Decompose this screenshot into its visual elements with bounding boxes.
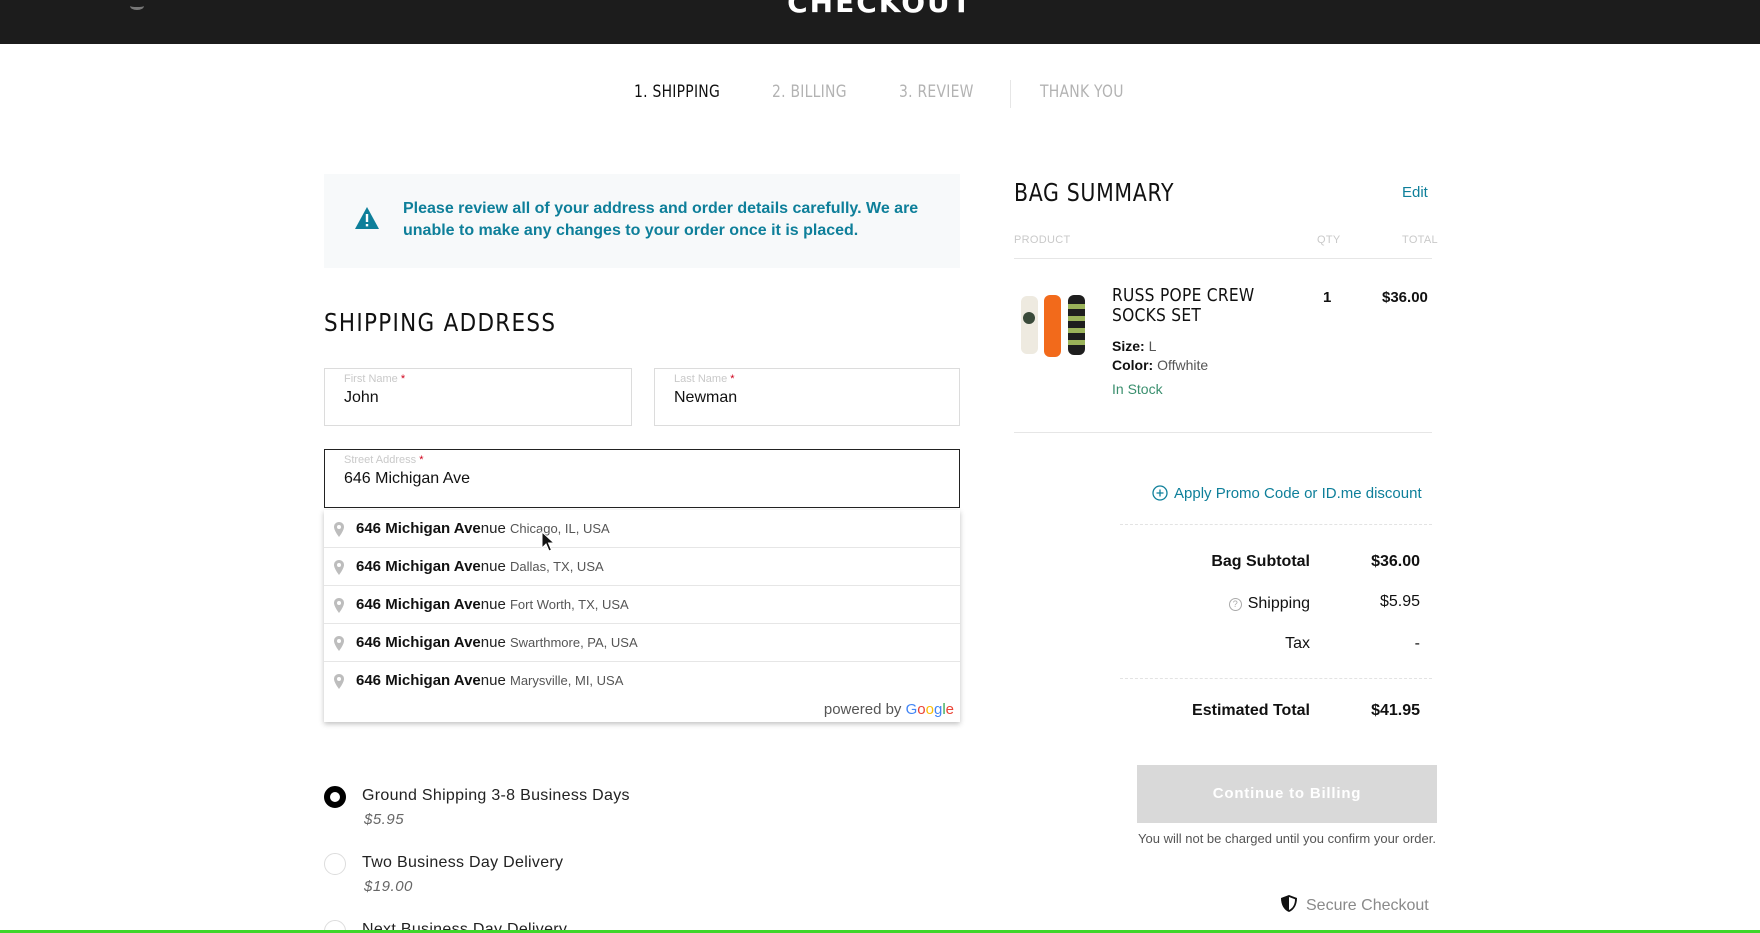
mouse-cursor-icon: [541, 531, 555, 552]
continue-to-billing-button[interactable]: Continue to Billing: [1137, 765, 1437, 823]
product-color: Color: Offwhite: [1112, 357, 1209, 373]
map-pin-icon: [334, 636, 344, 651]
column-product: PRODUCT: [1014, 234, 1071, 246]
product-total: $36.00: [1382, 289, 1428, 306]
edit-bag-link[interactable]: Edit: [1402, 184, 1428, 201]
product-name[interactable]: RUSS POPE CREW SOCKS SET: [1112, 286, 1280, 326]
map-pin-icon: [334, 560, 344, 575]
shipping-address-title: SHIPPING ADDRESS: [324, 308, 557, 337]
divider: [1014, 432, 1432, 433]
column-total: TOTAL: [1402, 234, 1438, 246]
street-address-label: Street Address *: [344, 454, 424, 466]
suggestion-item[interactable]: 646 Michigan Avenue Chicago, IL, USA: [324, 510, 960, 548]
shipping-option-name: Two Business Day Delivery: [362, 854, 564, 871]
checkout-steps: 1. SHIPPING 2. BILLING 3. REVIEW THANK Y…: [0, 82, 1760, 112]
last-name-value: Newman: [674, 389, 738, 406]
bag-summary-title: BAG SUMMARY: [1014, 178, 1175, 207]
plus-circle-icon: [1152, 485, 1168, 501]
first-name-label: First Name *: [344, 373, 406, 385]
alert-banner: Please review all of your address and or…: [324, 174, 960, 268]
radio-unselected[interactable]: [324, 853, 346, 875]
info-icon[interactable]: ?: [1228, 598, 1242, 611]
step-shipping[interactable]: 1. SHIPPING: [634, 82, 720, 102]
column-qty: QTY: [1317, 234, 1341, 246]
step-billing[interactable]: 2. BILLING: [772, 82, 847, 102]
product-image[interactable]: [1018, 292, 1090, 364]
promo-code-link[interactable]: Apply Promo Code or ID.me discount: [1152, 485, 1422, 502]
suggestion-item[interactable]: 646 Michigan Avenue Dallas, TX, USA: [324, 548, 960, 586]
step-thank-you: THANK YOU: [1040, 82, 1124, 102]
map-pin-icon: [334, 674, 344, 689]
top-bar: CHECKOUT: [0, 0, 1760, 44]
map-pin-icon: [334, 522, 344, 537]
shipping-option-name: Ground Shipping 3-8 Business Days: [362, 787, 630, 804]
tax-value: -: [1414, 635, 1420, 652]
address-suggestions: 646 Michigan Avenue Chicago, IL, USA 646…: [324, 510, 960, 722]
secure-checkout: Secure Checkout: [1280, 894, 1429, 915]
shipping-label: ? Shipping: [1150, 595, 1310, 613]
step-divider: [1010, 80, 1011, 108]
alert-message: Please review all of your address and or…: [403, 200, 919, 239]
first-name-field[interactable]: First Name * John: [324, 368, 632, 426]
google-logo: Google: [905, 701, 954, 718]
subtotal-label: Bag Subtotal: [1211, 553, 1310, 570]
stock-status: In Stock: [1112, 381, 1163, 397]
shield-icon: [1281, 895, 1297, 912]
radio-selected[interactable]: [324, 786, 346, 808]
charge-note: You will not be charged until you confir…: [1138, 831, 1436, 846]
warning-icon: [355, 207, 379, 229]
last-name-field[interactable]: Last Name * Newman: [654, 368, 960, 426]
page-title: CHECKOUT: [787, 0, 973, 19]
divider: [1014, 258, 1432, 259]
powered-by-google: powered by Google: [823, 701, 954, 718]
shipping-option-price: $5.95: [364, 811, 405, 828]
tax-label: Tax: [1285, 635, 1310, 652]
step-review[interactable]: 3. REVIEW: [899, 82, 974, 102]
shipping-option-two-day[interactable]: Two Business Day Delivery $19.00: [324, 853, 924, 903]
product-size: Size: L: [1112, 338, 1157, 354]
shipping-option-ground[interactable]: Ground Shipping 3-8 Business Days $5.95: [324, 786, 924, 836]
shipping-value: $5.95: [1379, 593, 1420, 610]
last-name-label: Last Name *: [674, 373, 735, 385]
subtotal-value: $36.00: [1371, 553, 1420, 570]
suggestion-item[interactable]: 646 Michigan Avenue Marysville, MI, USA: [324, 662, 960, 700]
product-qty: 1: [1323, 289, 1332, 306]
first-name-value: John: [344, 389, 379, 406]
divider: [1120, 678, 1432, 679]
estimated-total-value: $41.95: [1371, 702, 1420, 719]
map-pin-icon: [334, 598, 344, 613]
street-address-field[interactable]: Street Address * 646 Michigan Ave: [324, 449, 960, 508]
suggestion-item[interactable]: 646 Michigan Avenue Swarthmore, PA, USA: [324, 624, 960, 662]
shipping-option-price: $19.00: [364, 878, 413, 895]
divider: [1120, 524, 1432, 525]
estimated-total-label: Estimated Total: [1192, 702, 1310, 719]
street-address-value: 646 Michigan Ave: [344, 470, 471, 487]
suggestion-item[interactable]: 646 Michigan Avenue Fort Worth, TX, USA: [324, 586, 960, 624]
